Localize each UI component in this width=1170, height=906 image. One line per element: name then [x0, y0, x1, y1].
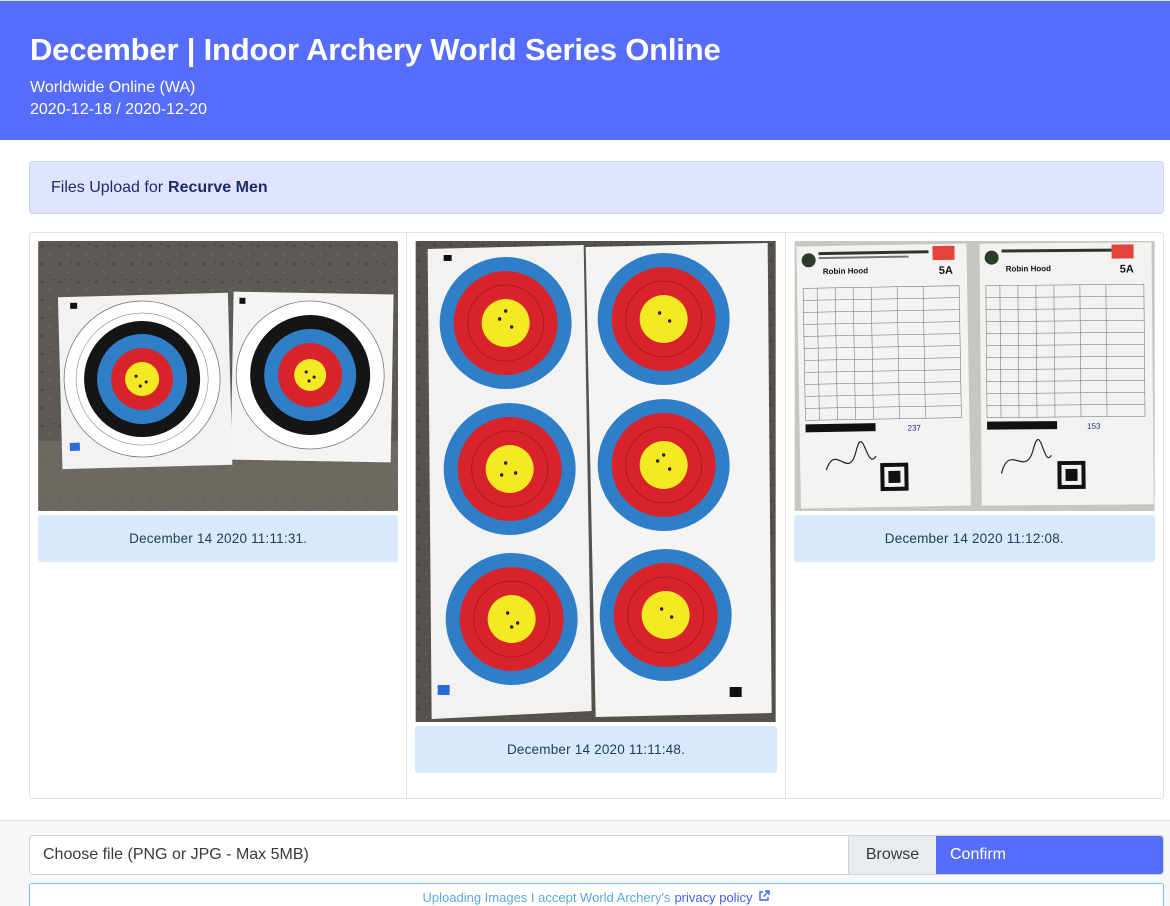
upload-info-alert: Files Upload for Recurve Men — [29, 161, 1164, 214]
browse-button[interactable]: Browse — [848, 836, 936, 874]
photo-timestamp: December 14 2020 11:11:48. — [415, 726, 777, 773]
event-header: December | Indoor Archery World Series O… — [0, 0, 1170, 140]
file-input[interactable]: Choose file (PNG or JPG - Max 5MB) — [30, 836, 848, 874]
gallery-item: December 14 2020 11:11:48. — [407, 233, 786, 798]
file-upload-group: Choose file (PNG or JPG - Max 5MB) Brows… — [29, 835, 1164, 875]
uploaded-images-gallery: December 14 2020 11:11:31. December 14 2… — [29, 232, 1164, 799]
archer-name-2: Robin Hood — [1005, 264, 1051, 273]
gallery-item: December 14 2020 11:11:31. — [30, 233, 408, 798]
policy-text: Uploading Images I accept World Archery'… — [422, 890, 671, 905]
event-location: Worldwide Online (WA) — [30, 79, 196, 96]
scorecard-photo[interactable]: Robin Hood 5A 237 Robin Hood 5A 153 — [794, 241, 1155, 511]
privacy-policy-notice: Uploading Images I accept World Archery'… — [29, 883, 1164, 906]
target-photo-2[interactable] — [415, 241, 776, 722]
archer-name: Robin Hood — [822, 266, 868, 276]
left-total: 237 — [907, 423, 921, 432]
target-number: 5A — [938, 265, 952, 277]
photo-timestamp: December 14 2020 11:11:31. — [38, 515, 399, 562]
event-title: December | Indoor Archery World Series O… — [30, 32, 721, 67]
privacy-policy-link[interactable]: privacy policy — [674, 890, 752, 906]
photo-timestamp: December 14 2020 11:12:08. — [793, 515, 1155, 562]
target-photo-1[interactable] — [38, 241, 399, 511]
upload-info-prefix: Files Upload for — [51, 178, 164, 196]
gallery-item: Robin Hood 5A 237 Robin Hood 5A 153 Dece… — [786, 233, 1163, 798]
target-number-2: 5A — [1119, 263, 1133, 275]
right-total: 153 — [1087, 422, 1101, 431]
external-link-icon[interactable] — [758, 890, 771, 902]
event-dates: 2020-12-18 / 2020-12-20 — [30, 101, 208, 118]
upload-info-category: Recurve Men — [168, 178, 268, 196]
confirm-button[interactable]: Confirm — [936, 836, 1163, 874]
